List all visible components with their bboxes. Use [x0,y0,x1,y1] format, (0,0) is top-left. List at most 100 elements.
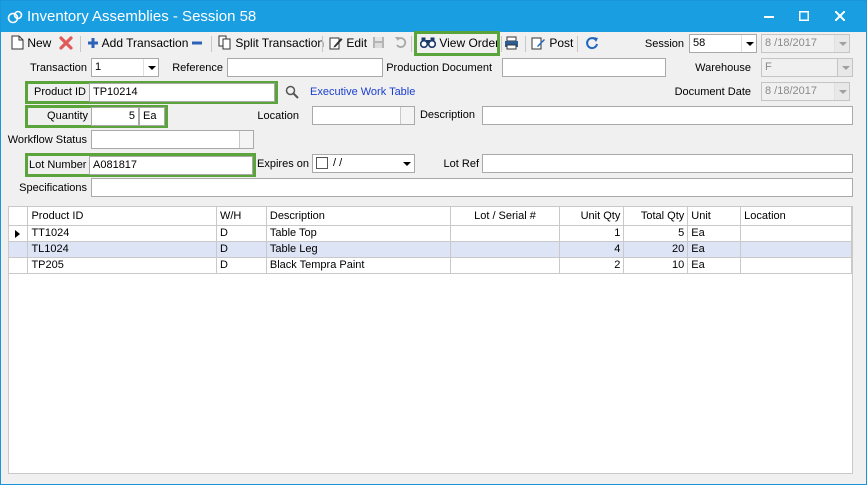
col-header-unit-qty[interactable]: Unit Qty [559,207,625,226]
warehouse-value: F [765,61,772,73]
chevron-down-icon[interactable] [399,155,414,172]
toolbar-separator [577,36,578,52]
production-document-input[interactable] [502,58,666,77]
remove-transaction-button[interactable] [191,34,203,53]
reference-input[interactable] [227,58,383,77]
document-date-field: 8 /18/2017 [761,82,850,101]
specifications-input[interactable] [91,178,853,197]
cell-description[interactable]: Table Leg [266,241,451,258]
expires-on-value: / / [333,157,343,169]
title-bar: Inventory Assemblies - Session 58 [1,1,866,32]
refresh-button[interactable] [585,34,599,53]
chevron-down-icon[interactable] [741,35,756,52]
row-indicator-header [9,207,29,226]
product-id-input[interactable]: TP10214 [89,83,275,102]
cell-wh[interactable]: D [216,241,267,258]
cell-total-qty[interactable]: 20 [623,241,689,258]
post-button[interactable]: Post [531,34,573,53]
col-header-lot-serial[interactable]: Lot / Serial # [450,207,561,226]
cell-unit[interactable]: Ea [687,257,742,274]
cell-lot-serial[interactable] [450,257,561,274]
transaction-select[interactable]: 1 [91,58,159,77]
components-table: Product ID W/H Description Lot / Serial … [9,207,852,274]
col-header-unit[interactable]: Unit [687,207,742,226]
cell-wh[interactable]: D [216,225,267,242]
undo-icon [395,37,407,49]
cell-description[interactable]: Table Top [266,225,451,242]
split-icon [218,35,231,50]
new-button[interactable]: New [11,34,51,53]
location-input[interactable] [312,106,415,125]
transaction-value: 1 [95,61,102,73]
expires-on-label: Expires on [257,158,309,170]
cell-unit-qty[interactable]: 4 [559,241,625,258]
post-icon [531,37,545,50]
expires-checkbox[interactable] [316,157,328,169]
row-indicator[interactable] [9,257,29,274]
add-transaction-button[interactable]: Add Transaction [87,34,188,53]
delete-button[interactable] [59,34,73,53]
save-disk-icon [373,37,384,49]
expires-on-picker[interactable]: / / [312,154,415,173]
view-order-button[interactable]: View Order [414,31,500,56]
col-header-wh[interactable]: W/H [216,207,267,226]
lot-ref-input[interactable] [482,154,853,173]
table-row[interactable]: TL1024 D Table Leg 4 20 Ea [9,241,852,258]
transaction-label: Transaction [29,62,87,74]
cell-unit[interactable]: Ea [687,225,742,242]
cell-unit[interactable]: Ea [687,241,742,258]
row-indicator-icon [15,229,20,238]
product-description-link[interactable]: Executive Work Table [310,85,415,99]
col-header-total-qty[interactable]: Total Qty [623,207,689,226]
add-transaction-label: Add Transaction [101,36,189,50]
col-header-description[interactable]: Description [266,207,451,226]
magnifier-icon[interactable] [285,85,299,99]
cell-lot-serial[interactable] [450,225,561,242]
table-row[interactable]: TT1024 D Table Top 1 5 Ea [9,225,852,242]
cell-unit-qty[interactable]: 1 [559,225,625,242]
cell-location[interactable] [740,225,852,242]
production-document-label: Production Document [386,62,492,74]
lookup-button[interactable] [239,131,253,148]
lot-number-label: Lot Number [29,159,87,171]
chevron-down-icon [834,35,849,52]
undo-button[interactable] [394,34,407,53]
maximize-button[interactable] [787,1,821,32]
quantity-input[interactable]: 5 [91,107,139,126]
lookup-button[interactable] [400,107,414,124]
close-button[interactable] [823,1,857,32]
edit-pencil-icon [329,37,343,50]
row-indicator[interactable] [9,225,29,242]
cell-location[interactable] [740,257,852,274]
description-input[interactable] [482,106,853,125]
components-grid: Product ID W/H Description Lot / Serial … [8,206,853,474]
col-header-location[interactable]: Location [740,207,852,226]
row-indicator[interactable] [9,241,29,258]
cell-location[interactable] [740,241,852,258]
cell-description[interactable]: Black Tempra Paint [266,257,451,274]
save-button[interactable] [372,34,385,53]
cell-product-id[interactable]: TL1024 [27,241,217,258]
print-button[interactable] [504,34,519,53]
cell-product-id[interactable]: TT1024 [27,225,217,242]
chevron-down-icon[interactable] [143,59,158,76]
table-row[interactable]: TP205 D Black Tempra Paint 2 10 Ea [9,257,852,274]
cell-wh[interactable]: D [216,257,267,274]
document-date-value: 8 /18/2017 [765,85,817,97]
lot-number-input[interactable]: A081817 [89,156,253,175]
document-date-label: Document Date [674,86,751,98]
split-transaction-button[interactable]: Split Transaction [218,34,324,53]
cell-lot-serial[interactable] [450,241,561,258]
workflow-status-input[interactable] [91,130,254,149]
cell-total-qty[interactable]: 5 [623,225,689,242]
minimize-button[interactable] [752,1,786,32]
session-select[interactable]: 58 [689,34,757,53]
delete-x-icon [59,36,73,50]
cell-total-qty[interactable]: 10 [623,257,689,274]
edit-button[interactable]: Edit [329,34,367,53]
cell-unit-qty[interactable]: 2 [559,257,625,274]
quantity-unit[interactable]: Ea [139,107,165,126]
new-label: New [27,36,52,50]
col-header-product-id[interactable]: Product ID [27,207,217,226]
cell-product-id[interactable]: TP205 [27,257,217,274]
